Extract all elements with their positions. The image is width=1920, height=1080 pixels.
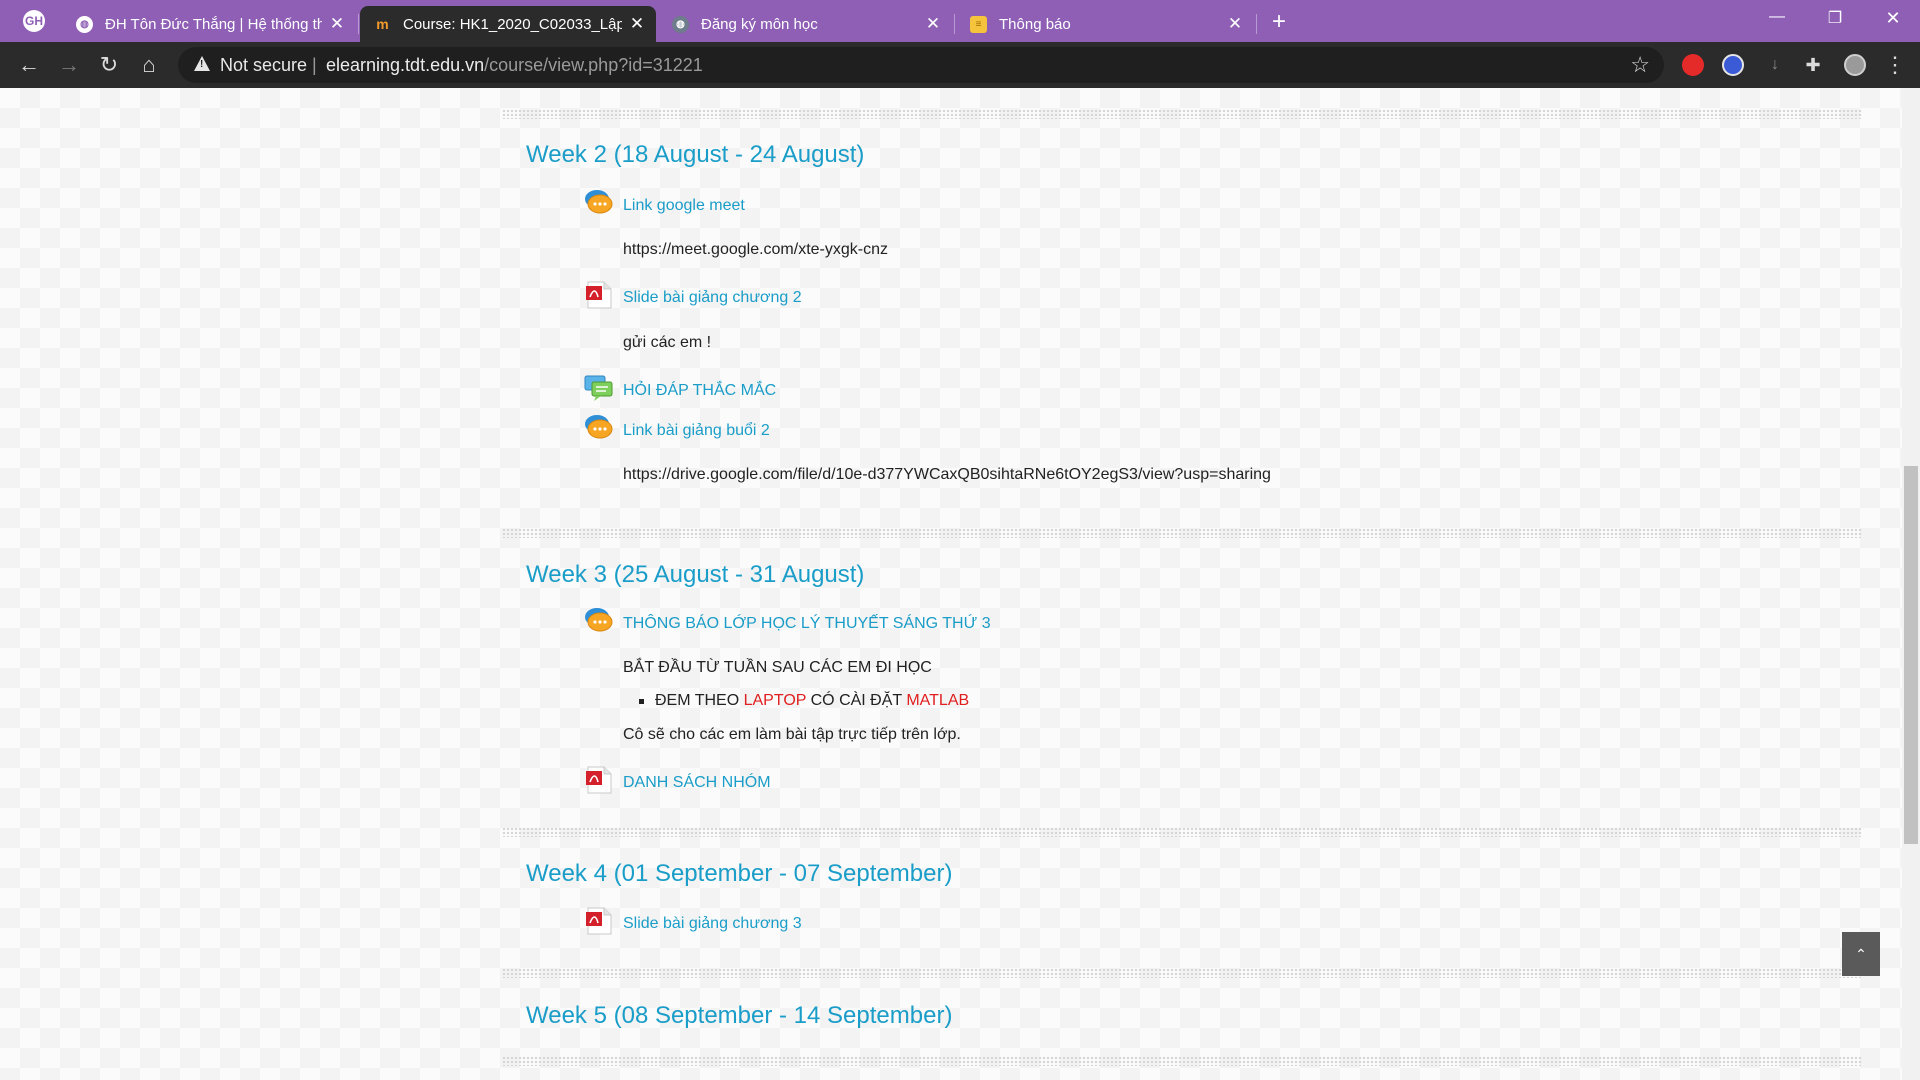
bullet-item: ĐEM THEO LAPTOP CÓ CÀI ĐẶT MATLAB [655,692,970,709]
forward-icon[interactable]: → [56,52,82,78]
section-divider [502,1056,1862,1066]
week-title[interactable]: Week 2 (18 August - 24 August) [526,141,864,169]
pdf-icon [586,766,612,794]
section-divider [502,528,1862,538]
browser-toolbar: ← → ↻ ⌂ ! Not secure | elearning.tdt.edu… [0,42,1920,88]
activity-link[interactable]: Slide bài giảng chương 3 [623,915,802,933]
section-divider [502,827,1862,837]
close-tab-icon[interactable]: ✕ [924,14,942,34]
activity-link[interactable]: Slide bài giảng chương 2 [623,289,802,307]
github-icon[interactable]: GH [23,10,45,32]
back-to-top-button[interactable]: ⌃ [1842,932,1880,976]
tab-title: Thông báo [999,15,1071,33]
tab-separator [1256,14,1257,34]
activity-link[interactable]: THÔNG BÁO LỚP HỌC LÝ THUYẾT SÁNG THỨ 3 [623,615,991,633]
globe-icon: ◍ [672,15,689,33]
tab-separator [954,14,955,34]
pdf-icon [586,281,612,309]
back-icon[interactable]: ← [16,52,42,78]
tab-title: Đăng ký môn học [701,15,818,33]
pdf-icon [586,907,612,935]
activity-description: gửi các em ! [623,334,712,351]
activity-link[interactable]: Link bài giảng buổi 2 [623,422,770,440]
security-label[interactable]: Not secure [220,55,307,76]
tab-separator [358,14,359,34]
extension-shield-icon[interactable] [1682,54,1704,76]
new-tab-icon[interactable]: + [1272,8,1286,36]
close-tab-icon[interactable]: ✕ [328,14,346,34]
minimize-icon[interactable]: — [1762,8,1792,26]
menu-dots-icon[interactable]: ⋮ [1882,52,1908,78]
home-icon[interactable]: ⌂ [136,52,162,78]
download-arrow-icon[interactable]: ↓ [1762,52,1788,78]
close-tab-icon[interactable]: ✕ [628,14,646,34]
address-bar[interactable]: ! Not secure | elearning.tdt.edu.vn/cour… [178,47,1664,83]
tab-title: ĐH Tôn Đức Thắng | Hệ thống th [105,15,322,33]
page-content: Week 2 (18 August - 24 August) Link goog… [0,88,1902,1080]
tab-tdtu[interactable]: ◍ ĐH Tôn Đức Thắng | Hệ thống th ✕ [62,6,356,42]
forum-icon [585,608,613,632]
restore-icon[interactable]: ❐ [1820,8,1850,28]
tab-registration[interactable]: ◍ Đăng ký môn học ✕ [658,6,952,42]
chat-icon [584,375,613,401]
section-divider [502,968,1862,978]
tab-notification[interactable]: ≡ Thông báo ✕ [956,6,1254,42]
reload-icon[interactable]: ↻ [96,52,122,78]
tab-strip: GH ◍ ĐH Tôn Đức Thắng | Hệ thống th ✕ m … [0,0,1920,42]
activity-link[interactable]: HỎI ĐÁP THẮC MẮC [623,382,776,400]
activity-description: BẮT ĐẦU TỪ TUẦN SAU CÁC EM ĐI HỌC [623,659,932,676]
profile-avatar[interactable] [1844,54,1866,76]
close-tab-icon[interactable]: ✕ [1226,14,1244,34]
section-divider [502,109,1862,119]
tab-title: Course: HK1_2020_C02033_Lập tr [403,15,622,33]
week-title[interactable]: Week 4 (01 September - 07 September) [526,860,952,888]
activity-link[interactable]: DANH SÁCH NHÓM [623,774,771,792]
activity-link[interactable]: Link google meet [623,197,745,215]
bullet-marker [639,699,644,704]
forum-icon [585,190,613,214]
separator: | [312,55,317,75]
extension-download-icon[interactable] [1722,54,1744,76]
forum-icon [585,415,613,439]
notification-icon: ≡ [970,15,987,33]
globe-icon: ◍ [76,15,93,33]
scrollbar-thumb[interactable] [1904,466,1918,844]
url-text[interactable]: elearning.tdt.edu.vn/course/view.php?id=… [326,55,703,76]
close-window-icon[interactable]: ✕ [1878,8,1908,29]
week-title[interactable]: Week 5 (08 September - 14 September) [526,1002,952,1030]
moodle-icon: m [376,16,389,32]
week-title[interactable]: Week 3 (25 August - 31 August) [526,561,864,589]
extensions-puzzle-icon[interactable]: ✚ [1800,52,1826,78]
warning-icon[interactable]: ! [194,56,210,71]
bookmark-star-icon[interactable]: ☆ [1630,52,1650,78]
tab-course[interactable]: m Course: HK1_2020_C02033_Lập tr ✕ [360,6,656,42]
activity-description[interactable]: https://drive.google.com/file/d/10e-d377… [623,466,1271,484]
activity-note: Cô sẽ cho các em làm bài tập trực tiếp t… [623,726,961,743]
activity-description: https://meet.google.com/xte-yxgk-cnz [623,241,888,258]
